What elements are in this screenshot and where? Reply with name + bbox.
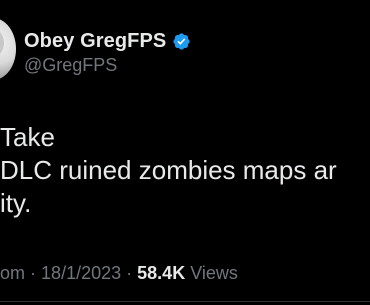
avatar-face	[0, 28, 4, 58]
author-name-row[interactable]: Obey GregFPS	[24, 27, 191, 55]
divider	[0, 301, 370, 302]
tweet-date[interactable]: 18/1/2023	[41, 263, 121, 283]
tweet-text: Take DLC ruined zombies maps ar ity.	[0, 121, 370, 220]
avatar[interactable]	[0, 18, 16, 80]
tweet-meta: om · 18/1/2023 · 58.4K Views	[0, 263, 370, 284]
tweet-card: Obey GregFPS @GregFPS Take DLC ruined zo…	[0, 0, 370, 305]
tweet-text-line-3: ity.	[0, 188, 32, 218]
author-display-name[interactable]: Obey GregFPS	[24, 30, 166, 53]
tweet-time[interactable]: om	[0, 263, 25, 283]
verified-badge-icon	[173, 32, 190, 50]
views-count[interactable]: 58.4K	[137, 263, 185, 283]
author-handle[interactable]: @GregFPS	[24, 55, 117, 76]
views-label: Views	[190, 263, 238, 283]
tweet-text-line-2: DLC ruined zombies maps ar	[0, 155, 337, 185]
tweet-text-line-1: Take	[0, 122, 55, 152]
